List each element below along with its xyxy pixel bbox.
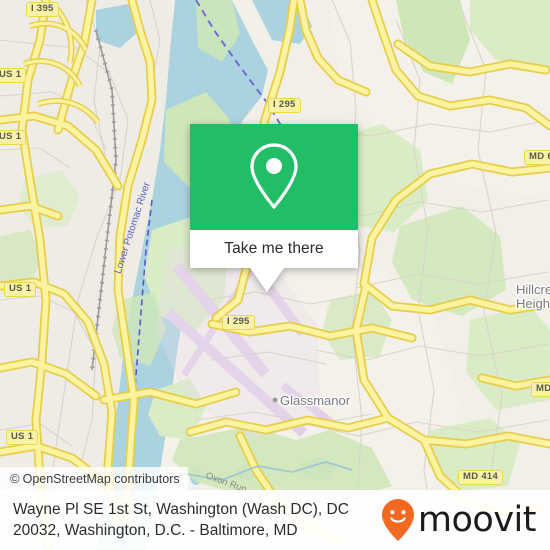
- popup-footer[interactable]: Take me there: [190, 230, 358, 268]
- road-shield: MD 4: [531, 382, 550, 397]
- road-shield: I 295: [222, 315, 255, 330]
- take-me-there-button[interactable]: Take me there: [224, 240, 324, 258]
- place-dot-glassmanor: [272, 397, 278, 403]
- map-canvas[interactable]: I 395 US 1 US 1 I 295 MD 6 US 1 I 295 MD 4 US 1 M…: [0, 0, 550, 550]
- address-line-2: 20032, Washington, D.C. - Baltimore, MD: [13, 522, 298, 539]
- road-shield: US 1: [6, 430, 39, 445]
- copyright-icon: ©: [10, 471, 20, 486]
- address-line-1: Wayne Pl SE 1st St, Washington (Wash DC)…: [13, 501, 349, 518]
- map-pin-icon: [250, 143, 298, 209]
- road-shield: US 1: [0, 68, 27, 83]
- place-label: Hillcrest: [516, 282, 550, 297]
- place-label: Heights: [516, 296, 550, 311]
- moovit-wordmark: moovit: [417, 499, 537, 540]
- moovit-smiley-pin-icon: [381, 499, 414, 541]
- road-shield: US 1: [0, 130, 27, 145]
- moovit-brand[interactable]: moovit: [381, 498, 538, 542]
- road-shield: I 395: [26, 2, 59, 17]
- address-block: Wayne Pl SE 1st St, Washington (Wash DC)…: [13, 499, 349, 541]
- place-label: Glassmanor: [280, 393, 351, 408]
- road-shield: MD 6: [524, 150, 550, 165]
- map-attribution: © OpenStreetMap contributors: [0, 467, 188, 490]
- popup-header: [190, 124, 358, 230]
- bottom-info-bar: Wayne Pl SE 1st St, Washington (Wash DC)…: [0, 490, 550, 550]
- popup-pointer-tail: [250, 268, 284, 292]
- road-shield: I 295: [268, 98, 301, 113]
- moovit-map-screenshot: I 395 US 1 US 1 I 295 MD 6 US 1 I 295 MD 4 US 1 M…: [0, 0, 550, 550]
- attribution-text: OpenStreetMap contributors: [22, 471, 180, 486]
- road-shield: US 1: [4, 282, 37, 297]
- road-shield: MD 414: [458, 470, 504, 485]
- destination-popup-card[interactable]: Take me there: [190, 124, 358, 292]
